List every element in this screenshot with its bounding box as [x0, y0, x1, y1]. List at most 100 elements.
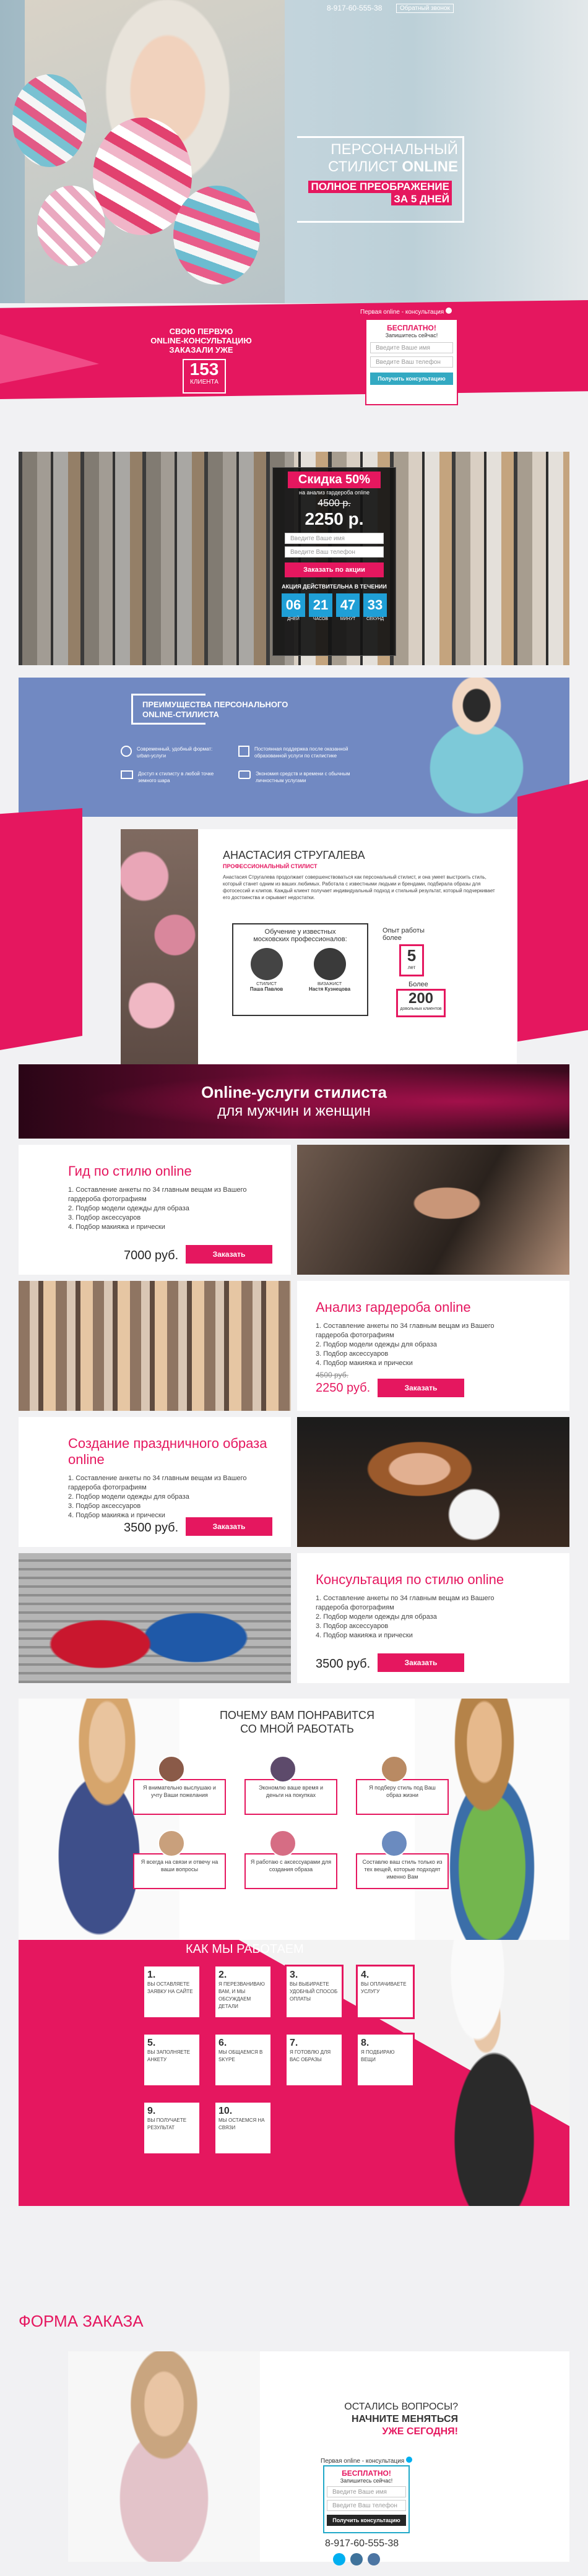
get-consultation-button[interactable]: Получить консультацию: [370, 373, 453, 385]
hero-pink-band: [0, 300, 588, 399]
training-title: Обучение у известных: [264, 928, 336, 936]
countdown-timer: 06 ДНЕЙ 21 ЧАСОВ 47 МИНУТ 33 СЕКУНД: [273, 593, 396, 621]
hero-form-caption: Первая online - консультация: [360, 308, 452, 316]
step-card: 5. ВЫ ЗАПОЛНЯЕТЕ АНКЕТУ: [142, 2033, 201, 2087]
counter-line3: ЗАКАЗАЛИ УЖЕ: [169, 345, 233, 355]
training-title2: московских профессионалов:: [253, 936, 347, 943]
why-title-line1: ПОЧЕМУ ВАМ ПОНРАВИТСЯ: [219, 1709, 375, 1721]
form-subtitle: Запишитесь сейчас!: [340, 2478, 393, 2484]
step-card: 9. ВЫ ПОЛУЧАЕТЕ РЕЗУЛЬТАТ: [142, 2101, 201, 2155]
hero-subtitle-line1: ПОЛНОЕ ПРЕОБРАЖЕНИЕ: [308, 181, 452, 193]
order-phone[interactable]: 8-917-60-555-38: [325, 2538, 399, 2549]
why-avatar: [158, 1755, 185, 1783]
hero-title-line2: СТИЛИСТ: [328, 158, 398, 175]
why-avatar: [381, 1755, 408, 1783]
counter-line1: СВОЮ ПЕРВУЮ: [169, 327, 233, 336]
experience-unit: лет: [407, 965, 416, 970]
order-model-photo: [68, 2351, 260, 2562]
callback-link[interactable]: Обратный звонок: [396, 4, 454, 13]
discount-sub: на анализ гардероба online: [299, 489, 370, 496]
discount-label: Скидка 50%: [288, 472, 381, 488]
old-price: 4500 р.: [318, 498, 351, 509]
why-title: ПОЧЕМУ ВАМ ПОНРАВИТСЯ СО МНОЙ РАБОТАТЬ: [179, 1708, 415, 1736]
why-item: Составлю ваш стиль только из тех вещей, …: [356, 1853, 449, 1889]
form-title: БЕСПЛАТНО!: [342, 2469, 391, 2478]
stylist-bio: Анастасия Стругалева продолжает совершен…: [223, 874, 495, 900]
avatar: [313, 948, 346, 980]
order-question-2: НАЧНИТЕ МЕНЯТЬСЯ: [351, 2414, 458, 2424]
name-input[interactable]: Введите Ваше имя: [370, 342, 453, 353]
clock-icon: [238, 746, 249, 757]
order-button[interactable]: Заказать: [186, 1517, 272, 1536]
balloon-image: [12, 74, 87, 167]
timer-title: АКЦИЯ ДЕЙСТВИТЕЛЬНА В ТЕЧЕНИИ: [282, 584, 387, 590]
step-card: 3. ВЫ ВЫБИРАЕТЕ УДОБНЫЙ СПОСОБ ОПЛАТЫ: [285, 1965, 344, 2019]
service-desc: 1. Составление анкеты по 34 главным веща…: [316, 1322, 495, 1367]
stylist-name: АНАСТАСИЯ СТРУГАЛЕВА: [223, 849, 365, 861]
service-price: 3500 руб.: [316, 1657, 371, 1671]
mentor-card: ВИЗАЖИСТ Настя Кузнецова: [309, 948, 350, 992]
hero-subtitle: ПОЛНОЕ ПРЕОБРАЖЕНИЕ ЗА 5 ДНЕЙ: [291, 181, 452, 205]
step-card: 1. ВЫ ОСТАВЛЯЕТЕ ЗАЯВКУ НА САЙТЕ: [142, 1965, 201, 2019]
service-card: Гид по стилю online 1. Составление анкет…: [19, 1145, 291, 1275]
why-section: ПОЧЕМУ ВАМ ПОНРАВИТСЯ СО МНОЙ РАБОТАТЬ Я…: [19, 1699, 569, 1940]
why-item: Я внимательно выслушаю и учту Ваши пожел…: [133, 1779, 226, 1815]
stylist-role: ПРОФЕССИОНАЛЬНЫЙ СТИЛИСТ: [223, 863, 318, 869]
services-title: Online-услуги стилиста: [201, 1083, 387, 1101]
why-title-line2: СО МНОЙ РАБОТАТЬ: [240, 1723, 354, 1735]
benefits-title: ПРЕИМУЩЕСТВА ПЕРСОНАЛЬНОГО ONLINE-СТИЛИС…: [142, 700, 288, 720]
hero-subtitle-line2: ЗА 5 ДНЕЙ: [391, 193, 452, 205]
order-question-3: УЖЕ СЕГОДНЯ!: [382, 2426, 458, 2437]
promo-name-input[interactable]: Введите Ваше имя: [285, 533, 384, 544]
mentor-card: СТИЛИСТ Паша Павлов: [250, 948, 283, 992]
experience-title: Опыт работы более: [383, 927, 425, 942]
clients-counter-value: 153: [189, 360, 219, 379]
order-button[interactable]: Заказать: [186, 1245, 272, 1264]
form-title: БЕСПЛАТНО!: [387, 324, 436, 332]
skype-icon[interactable]: [333, 2553, 345, 2565]
step-card: 2. Я ПЕРЕЗВАНИВАЮ ВАМ, И МЫ ОБСУЖДАЕМ ДЕТ…: [214, 1965, 272, 2019]
counter-line2: ONLINE-КОНСУЛЬТАЦИЮ: [150, 336, 252, 345]
services-grid: Гид по стилю online 1. Составление анкет…: [19, 1145, 569, 1683]
service-title: Создание праздничного образа online: [68, 1436, 267, 1467]
benefits-title-line2: ONLINE-СТИЛИСТА: [142, 710, 219, 719]
promo-card: Скидка 50% на анализ гардероба online 45…: [272, 467, 396, 656]
clients-value: 200: [408, 990, 434, 1007]
order-name-input[interactable]: Введите Ваше имя: [327, 2486, 406, 2497]
order-button[interactable]: Заказать: [378, 1653, 464, 1672]
steps-title: КАК МЫ РАБОТАЕМ: [186, 1942, 304, 1956]
form-subtitle: Запишитесь сейчас!: [385, 332, 438, 338]
header-phone[interactable]: 8-917-60-555-38: [327, 4, 382, 12]
service-price: 2250 руб.: [316, 1381, 371, 1395]
phone-input[interactable]: Введите Ваш телефон: [370, 356, 453, 368]
order-promo-button[interactable]: Заказать по акции: [285, 562, 384, 577]
benefit-item: Постоянная поддержка после оказанной обр…: [238, 746, 356, 759]
step-card: 10. МЫ ОСТАЕМСЯ НА СВЯЗИ: [214, 2101, 272, 2155]
service-card: Создание праздничного образа online 1. С…: [19, 1417, 291, 1547]
promo-phone-input[interactable]: Введите Ваш телефон: [285, 546, 384, 558]
steps-model-photo: [402, 1940, 569, 2206]
why-avatar: [269, 1830, 296, 1857]
skype-icon: [121, 746, 132, 757]
instagram-icon[interactable]: [350, 2553, 363, 2565]
clients-unit: довольных клиентов: [400, 1007, 442, 1011]
timer-cell: 33 СЕКУНД: [363, 593, 387, 621]
service-desc: 1. Составление анкеты по 34 главным веща…: [316, 1595, 495, 1639]
step-card: 7. Я ГОТОВЛЮ ДЛЯ ВАС ОБРАЗЫ: [285, 2033, 344, 2087]
service-photo: [297, 1417, 569, 1547]
order-button[interactable]: Заказать: [378, 1379, 464, 1397]
balloon-image: [37, 186, 105, 266]
why-avatar: [158, 1830, 185, 1857]
vk-icon[interactable]: [368, 2553, 380, 2565]
clients-title: Более: [409, 981, 428, 988]
service-desc: 1. Составление анкеты по 34 главным веща…: [68, 1475, 247, 1519]
order-submit-button[interactable]: Получить консультацию: [327, 2515, 406, 2526]
order-phone-input[interactable]: Введите Ваш телефон: [327, 2500, 406, 2511]
services-subtitle: для мужчин и женщин: [217, 1103, 371, 1119]
avatar: [250, 948, 283, 980]
why-item: Я всегда на связи и отвечу на ваши вопро…: [133, 1853, 226, 1889]
clients-counter-unit: КЛИЕНТА: [190, 379, 218, 386]
experience-value: 5: [407, 946, 417, 965]
clients-counter-box: 153 КЛИЕНТА: [183, 359, 226, 394]
order-section: ФОРМА ЗАКАЗА ОСТАЛИСЬ ВОПРОСЫ? НАЧНИТЕ М…: [0, 2290, 588, 2576]
